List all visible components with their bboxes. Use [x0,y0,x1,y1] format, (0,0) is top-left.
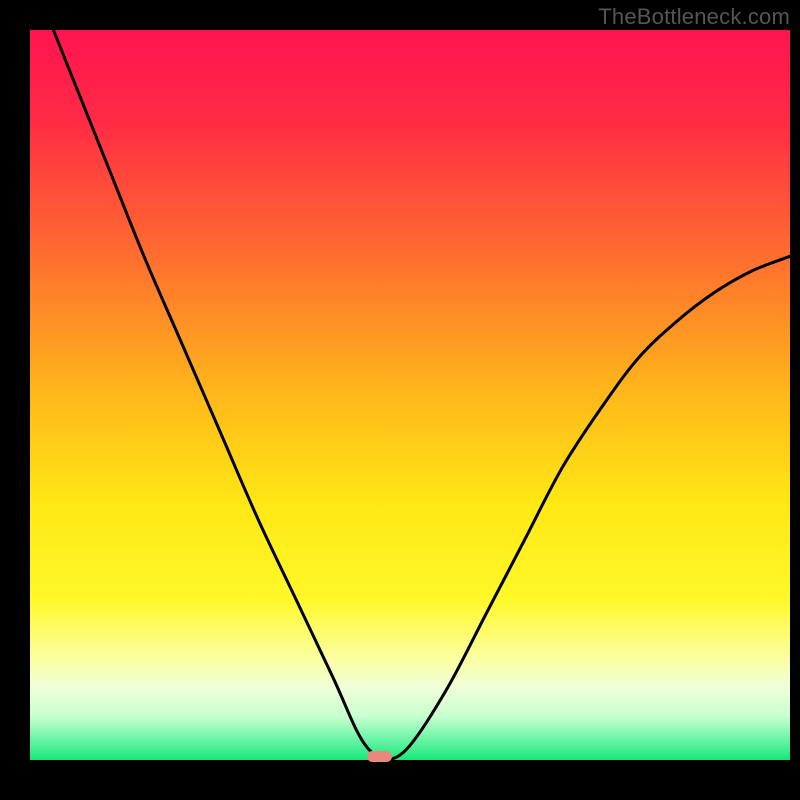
curve-overlay [30,30,790,760]
chart-container: TheBottleneck.com [0,0,800,800]
chart-area [30,30,790,760]
bottleneck-curve [30,30,790,760]
watermark-text: TheBottleneck.com [598,4,790,30]
optimal-marker [367,751,391,763]
